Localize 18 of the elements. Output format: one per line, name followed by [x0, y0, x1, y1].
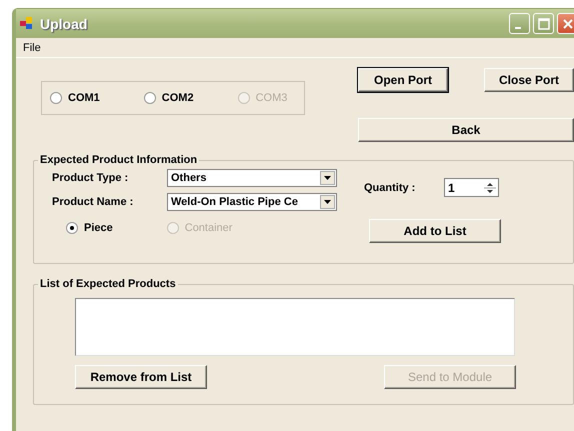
window-title: Upload — [40, 16, 88, 32]
unit-radio[interactable]: Piece — [66, 222, 113, 234]
menu-item[interactable]: File — [19, 42, 45, 54]
group-title: Expected Product Information — [39, 154, 198, 166]
group-title: List of Expected Products — [39, 278, 177, 290]
product-name-dropdown[interactable]: Weld-On Plastic Pipe Ce — [167, 193, 337, 211]
port-button[interactable]: Close Port — [484, 68, 574, 92]
product-type-dropdown[interactable]: Others — [167, 169, 337, 187]
quantity-label: Quantity : — [364, 182, 416, 194]
list-button[interactable]: Remove from List — [75, 365, 207, 389]
back-button[interactable]: Back — [358, 118, 574, 142]
field-label: Product Name : — [52, 196, 134, 208]
add-to-list-button[interactable]: Add to List — [369, 219, 501, 243]
port-radio[interactable]: COM1 — [50, 92, 100, 104]
port-button[interactable]: Open Port — [358, 68, 448, 92]
quantity-spinner[interactable]: 1 — [444, 178, 499, 197]
port-radio[interactable]: COM2 — [144, 92, 194, 104]
field-label: Product Type : — [52, 172, 130, 184]
